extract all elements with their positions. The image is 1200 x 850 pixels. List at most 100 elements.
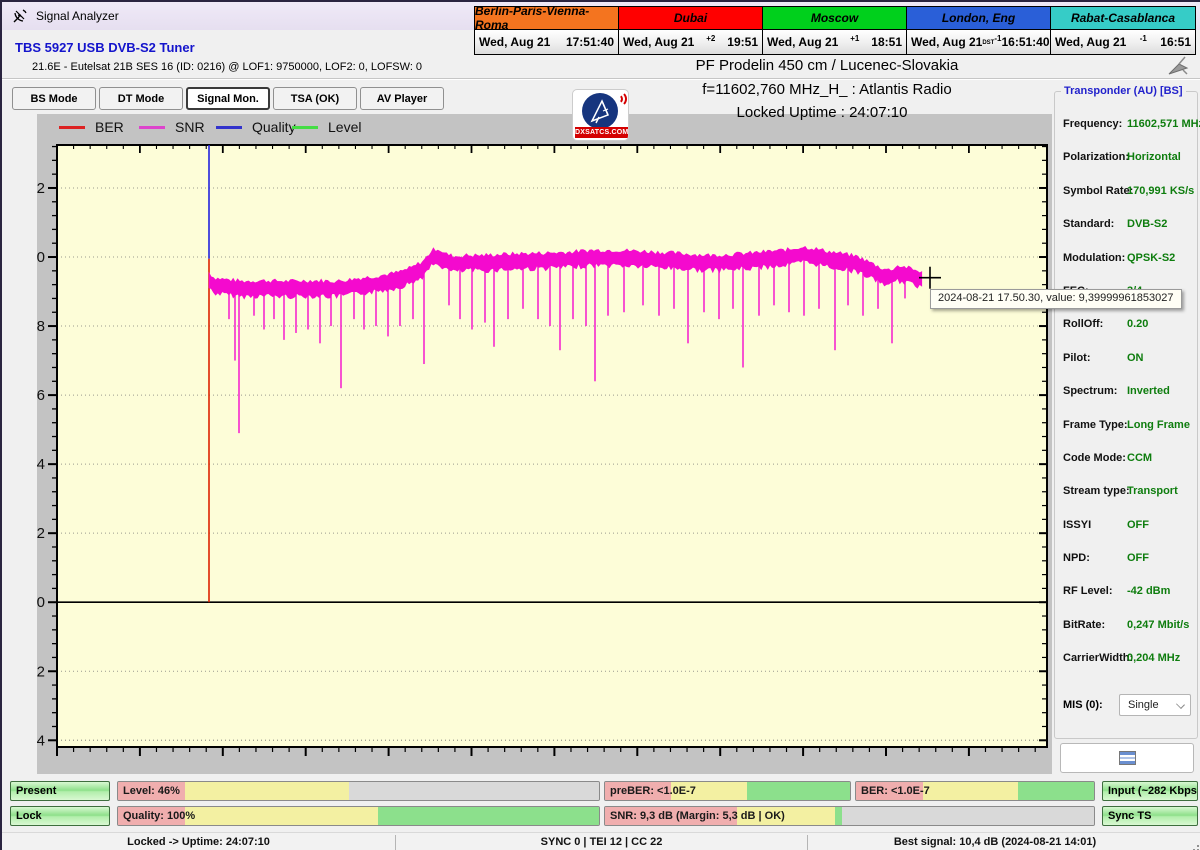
- snr-trend-plot: -4-2024681012: [37, 140, 1052, 774]
- meter-label: SNR: 9,3 dB (Margin: 5,3 dB | OK): [610, 807, 785, 825]
- transponder-label: Pilot:: [1063, 352, 1091, 364]
- transponder-value: 170,991 KS/s: [1127, 185, 1194, 197]
- transponder-label: Frame Type:: [1063, 419, 1128, 431]
- meter-segment: [842, 807, 1094, 825]
- clock-rabat-casablanca: Rabat-CasablancaWed, Aug 21-116:51: [1051, 7, 1195, 54]
- transponder-title: Transponder (AU) [BS]: [1061, 85, 1186, 97]
- meter-preber: preBER: <1.0E-7: [604, 781, 851, 801]
- statusbar-best-signal: Best signal: 10,4 dB (2024-08-21 14:01): [808, 833, 1182, 850]
- window-title: Signal Analyzer: [36, 9, 119, 23]
- tab-av-player[interactable]: AV Player: [360, 87, 444, 110]
- clock-time: Wed, Aug 21+118:51: [763, 30, 906, 54]
- transponder-value: 0,204 MHz: [1127, 652, 1180, 664]
- svg-text:12: 12: [37, 180, 45, 197]
- legend-label: Level: [328, 119, 361, 135]
- stream-list-icon: [1119, 751, 1136, 765]
- meter-label: Level: 46%: [123, 782, 180, 800]
- transponder-label: NPD:: [1063, 552, 1090, 564]
- svg-text:10: 10: [37, 249, 45, 266]
- transponder-label: Stream type:: [1063, 485, 1130, 497]
- mode-tabs: BS ModeDT ModeSignal Mon.TSA (OK)AV Play…: [12, 87, 444, 110]
- clock-time: Wed, Aug 2117:51:40: [475, 30, 618, 54]
- clock-city-label: London, Eng: [907, 7, 1050, 30]
- meter-segment: [747, 782, 850, 800]
- meter-label: BER: <1.0E-7: [861, 782, 930, 800]
- clock-city-label: Moscow: [763, 7, 906, 30]
- legend-swatch: [139, 126, 165, 129]
- transponder-label: RollOff:: [1063, 318, 1103, 330]
- transponder-row: Modulation:QPSK-S2: [1063, 248, 1195, 268]
- legend-item-snr: SNR: [139, 114, 205, 140]
- stream-list-button[interactable]: [1060, 743, 1194, 773]
- legend-swatch: [292, 126, 318, 129]
- legend-swatch: [216, 126, 242, 129]
- clock-time: Wed, Aug 21-116:51: [1051, 30, 1195, 54]
- app-satellite-icon: [12, 8, 28, 24]
- transponder-row: Polarization:Horizontal: [1063, 147, 1195, 167]
- svg-text:8: 8: [37, 318, 45, 335]
- transponder-label: Modulation:: [1063, 252, 1125, 264]
- indicator-lock: Lock: [10, 806, 110, 826]
- transponder-label: Symbol Rate:: [1063, 185, 1133, 197]
- svg-text:0: 0: [37, 594, 45, 611]
- meter-segment: [835, 807, 842, 825]
- indicator-present: Present: [10, 781, 110, 801]
- transponder-label: Spectrum:: [1063, 385, 1117, 397]
- tab-signal-mon-[interactable]: Signal Mon.: [186, 87, 270, 110]
- transponder-row: Symbol Rate:170,991 KS/s: [1063, 181, 1195, 201]
- clock-time: Wed, Aug 21DST-116:51:40: [907, 30, 1050, 54]
- transponder-row: RF Level: -42 dBm: [1063, 581, 1195, 601]
- svg-text:4: 4: [37, 456, 45, 473]
- transponder-value: OFF: [1127, 519, 1149, 531]
- transponder-label: RF Level:: [1063, 585, 1113, 597]
- site-header: PF Prodelin 450 cm / Lucenec-Slovakia: [602, 57, 1052, 74]
- transponder-row: Spectrum:Inverted: [1063, 381, 1195, 401]
- transponder-row: NPD:OFF: [1063, 548, 1195, 568]
- mis-value: Single: [1128, 699, 1159, 711]
- meter-ber: BER: <1.0E-7: [855, 781, 1095, 801]
- meter-segment: [378, 807, 599, 825]
- dxsatcs-logo: DXSATCS.COM: [572, 89, 629, 141]
- transponder-value: ON: [1127, 352, 1144, 364]
- transponder-row: RollOff:0.20: [1063, 314, 1195, 334]
- svg-text:2: 2: [37, 525, 45, 542]
- logo-signal-arc: [611, 91, 627, 107]
- tab-dt-mode[interactable]: DT Mode: [99, 87, 183, 110]
- transponder-value: Horizontal: [1127, 151, 1181, 163]
- transponder-value: CCM: [1127, 452, 1152, 464]
- transponder-label: Standard:: [1063, 218, 1114, 230]
- resize-grip[interactable]: [1189, 841, 1199, 850]
- mis-select[interactable]: Single: [1119, 694, 1191, 716]
- meter-quality: Quality: 100%: [117, 806, 600, 826]
- transponder-value: 11602,571 MHz: [1127, 118, 1200, 130]
- tuner-name: TBS 5927 USB DVB-S2 Tuner: [15, 40, 195, 55]
- legend-item-quality: Quality: [216, 114, 296, 140]
- transponder-row: Frame Type:Long Frame: [1063, 415, 1195, 435]
- legend-label: BER: [95, 119, 124, 135]
- svg-text:-2: -2: [37, 663, 45, 680]
- legend-item-ber: BER: [59, 114, 124, 140]
- world-clocks: Berlin-Paris-Vienna-RomaWed, Aug 2117:51…: [474, 6, 1196, 55]
- transponder-row: Frequency:11602,571 MHz: [1063, 114, 1195, 134]
- tab-tsa-ok-[interactable]: TSA (OK): [273, 87, 357, 110]
- clock-berlin-paris-vienna-roma: Berlin-Paris-Vienna-RomaWed, Aug 2117:51…: [475, 7, 619, 54]
- transponder-row: BitRate:0,247 Mbit/s: [1063, 615, 1195, 635]
- transponder-value: Transport: [1127, 485, 1178, 497]
- clock-city-label: Berlin-Paris-Vienna-Roma: [475, 7, 618, 30]
- meter-segment: [923, 782, 1018, 800]
- clock-city-label: Rabat-Casablanca: [1051, 7, 1195, 30]
- clock-time: Wed, Aug 21+219:51: [619, 30, 762, 54]
- separator-line: [2, 78, 1200, 80]
- transponder-value: -42 dBm: [1127, 585, 1170, 597]
- statusbar-sync-counters: SYNC 0 | TEI 12 | CC 22: [396, 833, 807, 850]
- mis-label: MIS (0):: [1063, 699, 1103, 711]
- svg-text:-4: -4: [37, 732, 45, 749]
- tab-bs-mode[interactable]: BS Mode: [12, 87, 96, 110]
- transponder-row: ISSYIOFF: [1063, 515, 1195, 535]
- legend-item-level: Level: [292, 114, 361, 140]
- transponder-row: Stream type:Transport: [1063, 481, 1195, 501]
- transponder-label: Frequency:: [1063, 118, 1122, 130]
- clock-city-label: Dubai: [619, 7, 762, 30]
- statusbar-lock-uptime: Locked -> Uptime: 24:07:10: [2, 833, 395, 850]
- mis-row: MIS (0): Single: [1063, 694, 1195, 716]
